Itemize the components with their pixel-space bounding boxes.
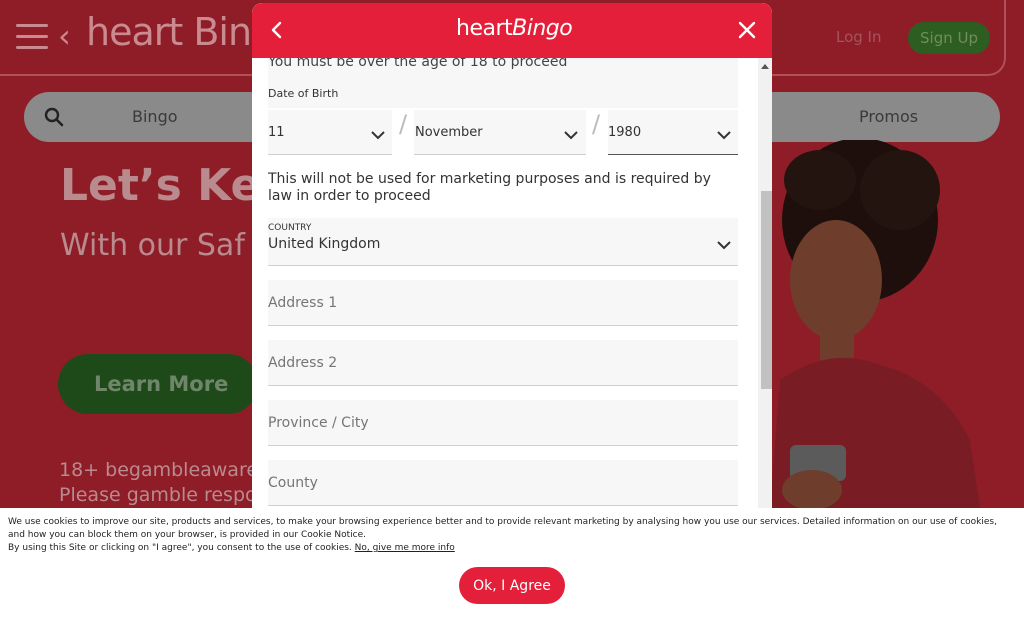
learn-more-button[interactable]: Learn More [58, 354, 258, 414]
dob-day-select[interactable]: 11 [268, 125, 285, 140]
registration-modal: heartBingo You must be over the age of 1… [252, 3, 772, 508]
legal-line-1: 18+ begambleaware [59, 459, 259, 481]
chevron-left-icon[interactable]: ‹ [58, 20, 71, 52]
address2-input[interactable] [268, 348, 738, 378]
signup-button[interactable]: Sign Up [908, 22, 990, 54]
city-input[interactable] [268, 408, 738, 438]
scrollbar-thumb[interactable] [761, 191, 772, 389]
country-label: COUNTRY [268, 223, 312, 233]
chevron-down-icon[interactable] [370, 130, 386, 140]
dob-label: Date of Birth [268, 87, 339, 100]
county-input[interactable] [268, 468, 738, 498]
dob-separator-2: / [592, 110, 601, 138]
cookie-more-info-link[interactable]: No, give me more info [355, 543, 455, 553]
modal-header: heartBingo [252, 3, 772, 58]
hero-image [770, 140, 980, 508]
hero-subtitle: With our Saf [60, 228, 245, 263]
nav-item-bingo[interactable]: Bingo [132, 107, 178, 126]
nav-item-promos[interactable]: Promos [859, 107, 918, 126]
dob-year-select[interactable]: 1980 [608, 125, 641, 140]
cookie-agree-button[interactable]: Ok, I Agree [459, 567, 565, 604]
logo-heart-text: heart [456, 16, 513, 41]
chevron-down-icon[interactable] [563, 130, 579, 140]
search-icon[interactable] [44, 107, 64, 127]
back-arrow-icon[interactable] [264, 17, 290, 43]
scroll-up-arrow-icon[interactable] [761, 64, 769, 69]
form-scrollbar[interactable] [758, 58, 772, 508]
modal-logo: heartBingo [456, 16, 573, 41]
marketing-note: This will not be used for marketing purp… [268, 171, 711, 204]
address1-input[interactable] [268, 288, 738, 318]
cookie-text: We use cookies to improve our site, prod… [8, 516, 1008, 555]
country-select[interactable]: United Kingdom [268, 236, 380, 252]
cookie-text-main: We use cookies to improve our site, prod… [8, 517, 997, 540]
menu-icon[interactable] [16, 24, 48, 50]
chevron-down-icon[interactable] [716, 130, 732, 140]
dob-month-select[interactable]: November [415, 125, 483, 140]
close-icon[interactable] [734, 17, 760, 43]
cookie-text-consent: By using this Site or clicking on "I agr… [8, 543, 352, 553]
registration-form: You must be over the age of 18 to procee… [252, 58, 758, 508]
age-notice: You must be over the age of 18 to procee… [268, 58, 568, 70]
login-link[interactable]: Log In [836, 28, 882, 46]
cookie-banner: We use cookies to improve our site, prod… [0, 508, 1024, 620]
dob-separator-1: / [399, 110, 408, 138]
legal-line-2: Please gamble respo [59, 484, 257, 506]
chevron-down-icon[interactable] [716, 240, 732, 250]
logo-bingo-text: Bingo [512, 16, 573, 41]
